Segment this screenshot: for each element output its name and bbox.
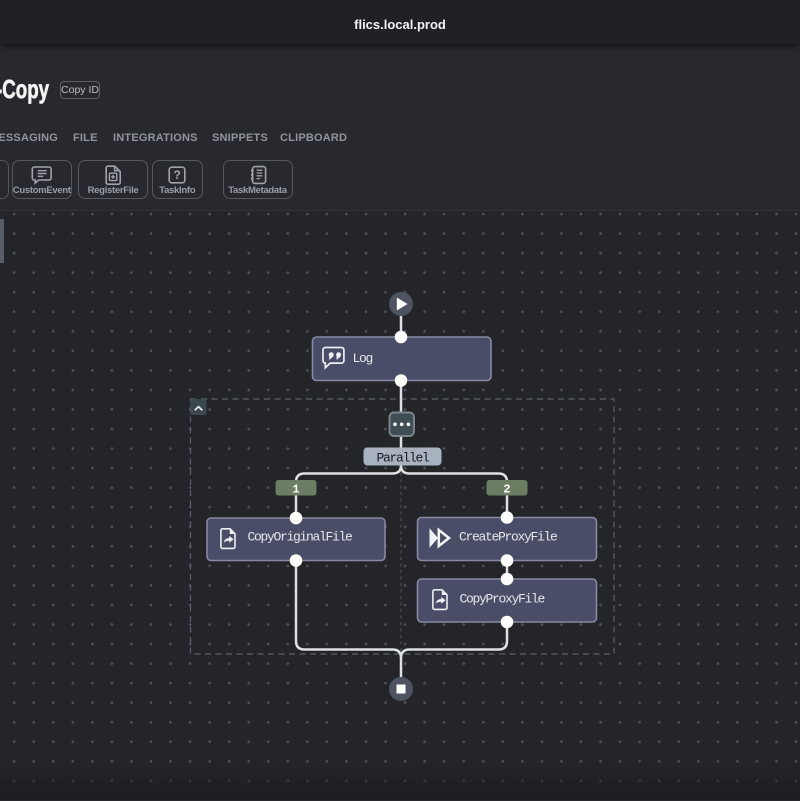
svg-text:Parallel: Parallel: [376, 451, 430, 466]
svg-text:CopyOriginalFile: CopyOriginalFile: [248, 530, 353, 545]
svg-text:CreateProxyFile: CreateProxyFile: [459, 530, 557, 545]
svg-text:2: 2: [503, 482, 510, 496]
svg-text:CopyProxyFile: CopyProxyFile: [460, 592, 545, 607]
svg-text:Log: Log: [353, 351, 373, 366]
svg-text:?: ?: [174, 168, 181, 182]
svg-text:1: 1: [292, 482, 299, 496]
